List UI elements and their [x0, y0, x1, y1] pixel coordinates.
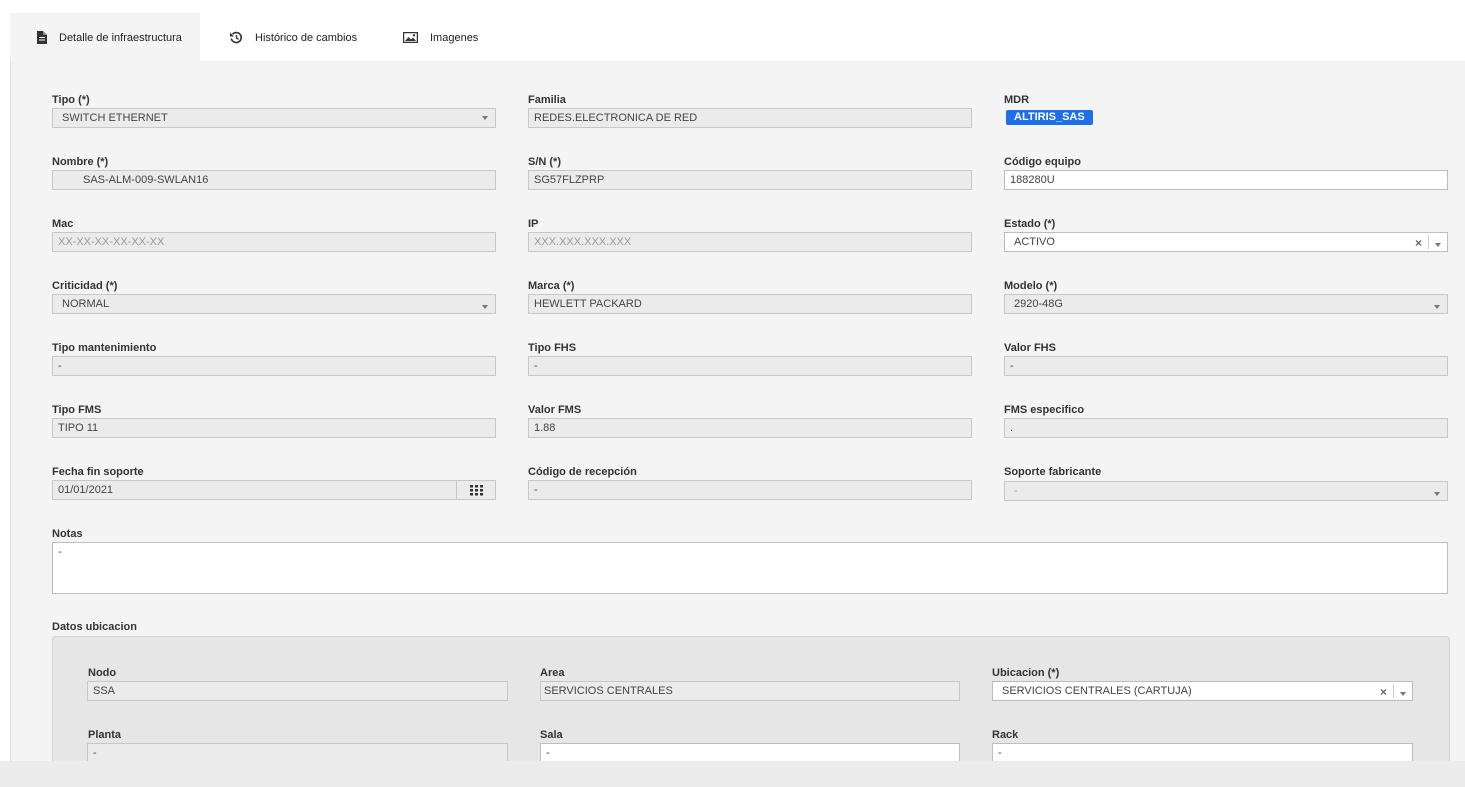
chevron-down-icon — [482, 305, 488, 309]
codigo-equipo-label: Código equipo — [1004, 156, 1081, 168]
soporte-fabricante-label: Soporte fabricante — [1004, 466, 1102, 478]
sala-label: Sala — [540, 729, 563, 741]
soporte-fabricante-value: - — [1014, 485, 1018, 497]
tipo-fms-label: Tipo FMS — [52, 404, 102, 416]
mdr-badge: ALTIRIS_SAS — [1006, 110, 1093, 125]
fms-especifico-label: FMS especifico — [1004, 404, 1085, 416]
nodo-field: SSA — [87, 681, 508, 701]
codigo-equipo-input[interactable]: 188280U — [1004, 170, 1448, 190]
tipo-fms-field: TIPO 11 — [52, 418, 496, 438]
mac-label: Mac — [52, 218, 74, 230]
planta-field: - — [87, 743, 508, 763]
tipo-value: SWITCH ETHERNET — [62, 112, 168, 124]
codigo-recepcion-field: - — [528, 480, 972, 500]
sn-label: S/N (*) — [528, 156, 561, 168]
select-divider — [1428, 235, 1429, 249]
marca-field: HEWLETT PACKARD — [528, 294, 972, 314]
calendar-grid-icon — [470, 485, 483, 496]
clear-icon[interactable]: × — [1380, 686, 1387, 698]
sala-input[interactable]: - — [540, 743, 960, 763]
valor-fhs-field: - — [1004, 356, 1448, 376]
area-field: SERVICIOS CENTRALES — [540, 681, 960, 701]
ubicacion-label: Ubicacion (*) — [992, 667, 1060, 679]
ubicacion-value: SERVICIOS CENTRALES (CARTUJA) — [1002, 685, 1192, 697]
marca-label: Marca (*) — [528, 280, 575, 292]
tipo-select[interactable]: SWITCH ETHERNET — [52, 108, 496, 128]
tipo-mantenimiento-label: Tipo mantenimiento — [52, 342, 157, 354]
calendar-button[interactable] — [456, 481, 496, 500]
tipo-fhs-label: Tipo FHS — [528, 342, 577, 354]
notas-label: Notas — [52, 528, 83, 540]
planta-label: Planta — [88, 729, 122, 741]
estado-select[interactable]: ACTIVO × — [1004, 232, 1448, 252]
fecha-fin-soporte-label: Fecha fin soporte — [52, 466, 144, 478]
tipo-mantenimiento-field: - — [52, 356, 496, 376]
tab-label: Detalle de infraestructura — [59, 31, 182, 44]
chevron-down-icon[interactable] — [1400, 692, 1406, 696]
criticidad-value: NORMAL — [62, 298, 110, 310]
notas-textarea[interactable]: - — [52, 542, 1448, 594]
estado-label: Estado (*) — [1004, 218, 1056, 230]
tab-imagenes[interactable]: Imagenes — [403, 13, 478, 62]
fms-especifico-field: . — [1004, 418, 1448, 438]
rack-label: Rack — [992, 729, 1019, 741]
tab-label: Histórico de cambios — [255, 31, 358, 44]
fecha-fin-soporte-field: 01/01/2021 — [52, 480, 496, 500]
document-icon — [37, 31, 47, 44]
section-title: Datos ubicacion — [52, 621, 137, 633]
modelo-select[interactable]: 2920-48G — [1004, 294, 1448, 314]
estado-value: ACTIVO — [1014, 236, 1055, 248]
tipo-fhs-field: - — [528, 356, 972, 376]
familia-field: REDES.ELECTRONICA DE RED — [528, 108, 972, 128]
soporte-fabricante-select[interactable]: - — [1004, 481, 1448, 501]
modelo-value: 2920-48G — [1014, 298, 1063, 310]
nombre-label: Nombre (*) — [52, 156, 109, 168]
chevron-down-icon — [482, 116, 488, 120]
criticidad-select[interactable]: NORMAL — [52, 294, 496, 314]
mac-field: XX-XX-XX-XX-XX-XX — [52, 232, 496, 252]
ip-field: XXX.XXX.XXX.XXX — [528, 232, 972, 252]
history-icon — [230, 31, 242, 44]
image-icon — [403, 32, 418, 43]
chevron-down-icon — [1434, 492, 1440, 496]
ip-label: IP — [528, 218, 539, 230]
tab-historico[interactable]: Histórico de cambios — [229, 13, 357, 62]
footer-bar — [0, 761, 1465, 787]
area-label: Area — [540, 667, 565, 679]
familia-label: Familia — [528, 94, 566, 106]
valor-fms-field: 1.88 — [528, 418, 972, 438]
criticidad-label: Criticidad (*) — [52, 280, 118, 292]
rack-input[interactable]: - — [992, 743, 1413, 763]
tab-detalle[interactable]: Detalle de infraestructura — [10, 13, 200, 62]
ubicacion-select[interactable]: SERVICIOS CENTRALES (CARTUJA) × — [992, 681, 1413, 701]
tab-label: Imagenes — [430, 31, 479, 44]
modelo-label: Modelo (*) — [1004, 280, 1058, 292]
clear-icon[interactable]: × — [1415, 237, 1422, 249]
valor-fms-label: Valor FMS — [528, 404, 582, 416]
nodo-label: Nodo — [88, 667, 117, 679]
mdr-label: MDR — [1004, 94, 1030, 106]
tipo-label: Tipo (*) — [52, 94, 90, 106]
nombre-field: SAS-ALM-009-SWLAN16 — [52, 170, 496, 190]
chevron-down-icon — [1434, 305, 1440, 309]
select-divider — [1393, 684, 1394, 698]
valor-fhs-label: Valor FHS — [1004, 342, 1056, 354]
codigo-recepcion-label: Código de recepción — [528, 466, 637, 478]
tab-bar: Detalle de infraestructura Histórico de … — [0, 0, 1465, 62]
sn-field: SG57FLZPRP — [528, 170, 972, 190]
chevron-down-icon[interactable] — [1435, 243, 1441, 247]
